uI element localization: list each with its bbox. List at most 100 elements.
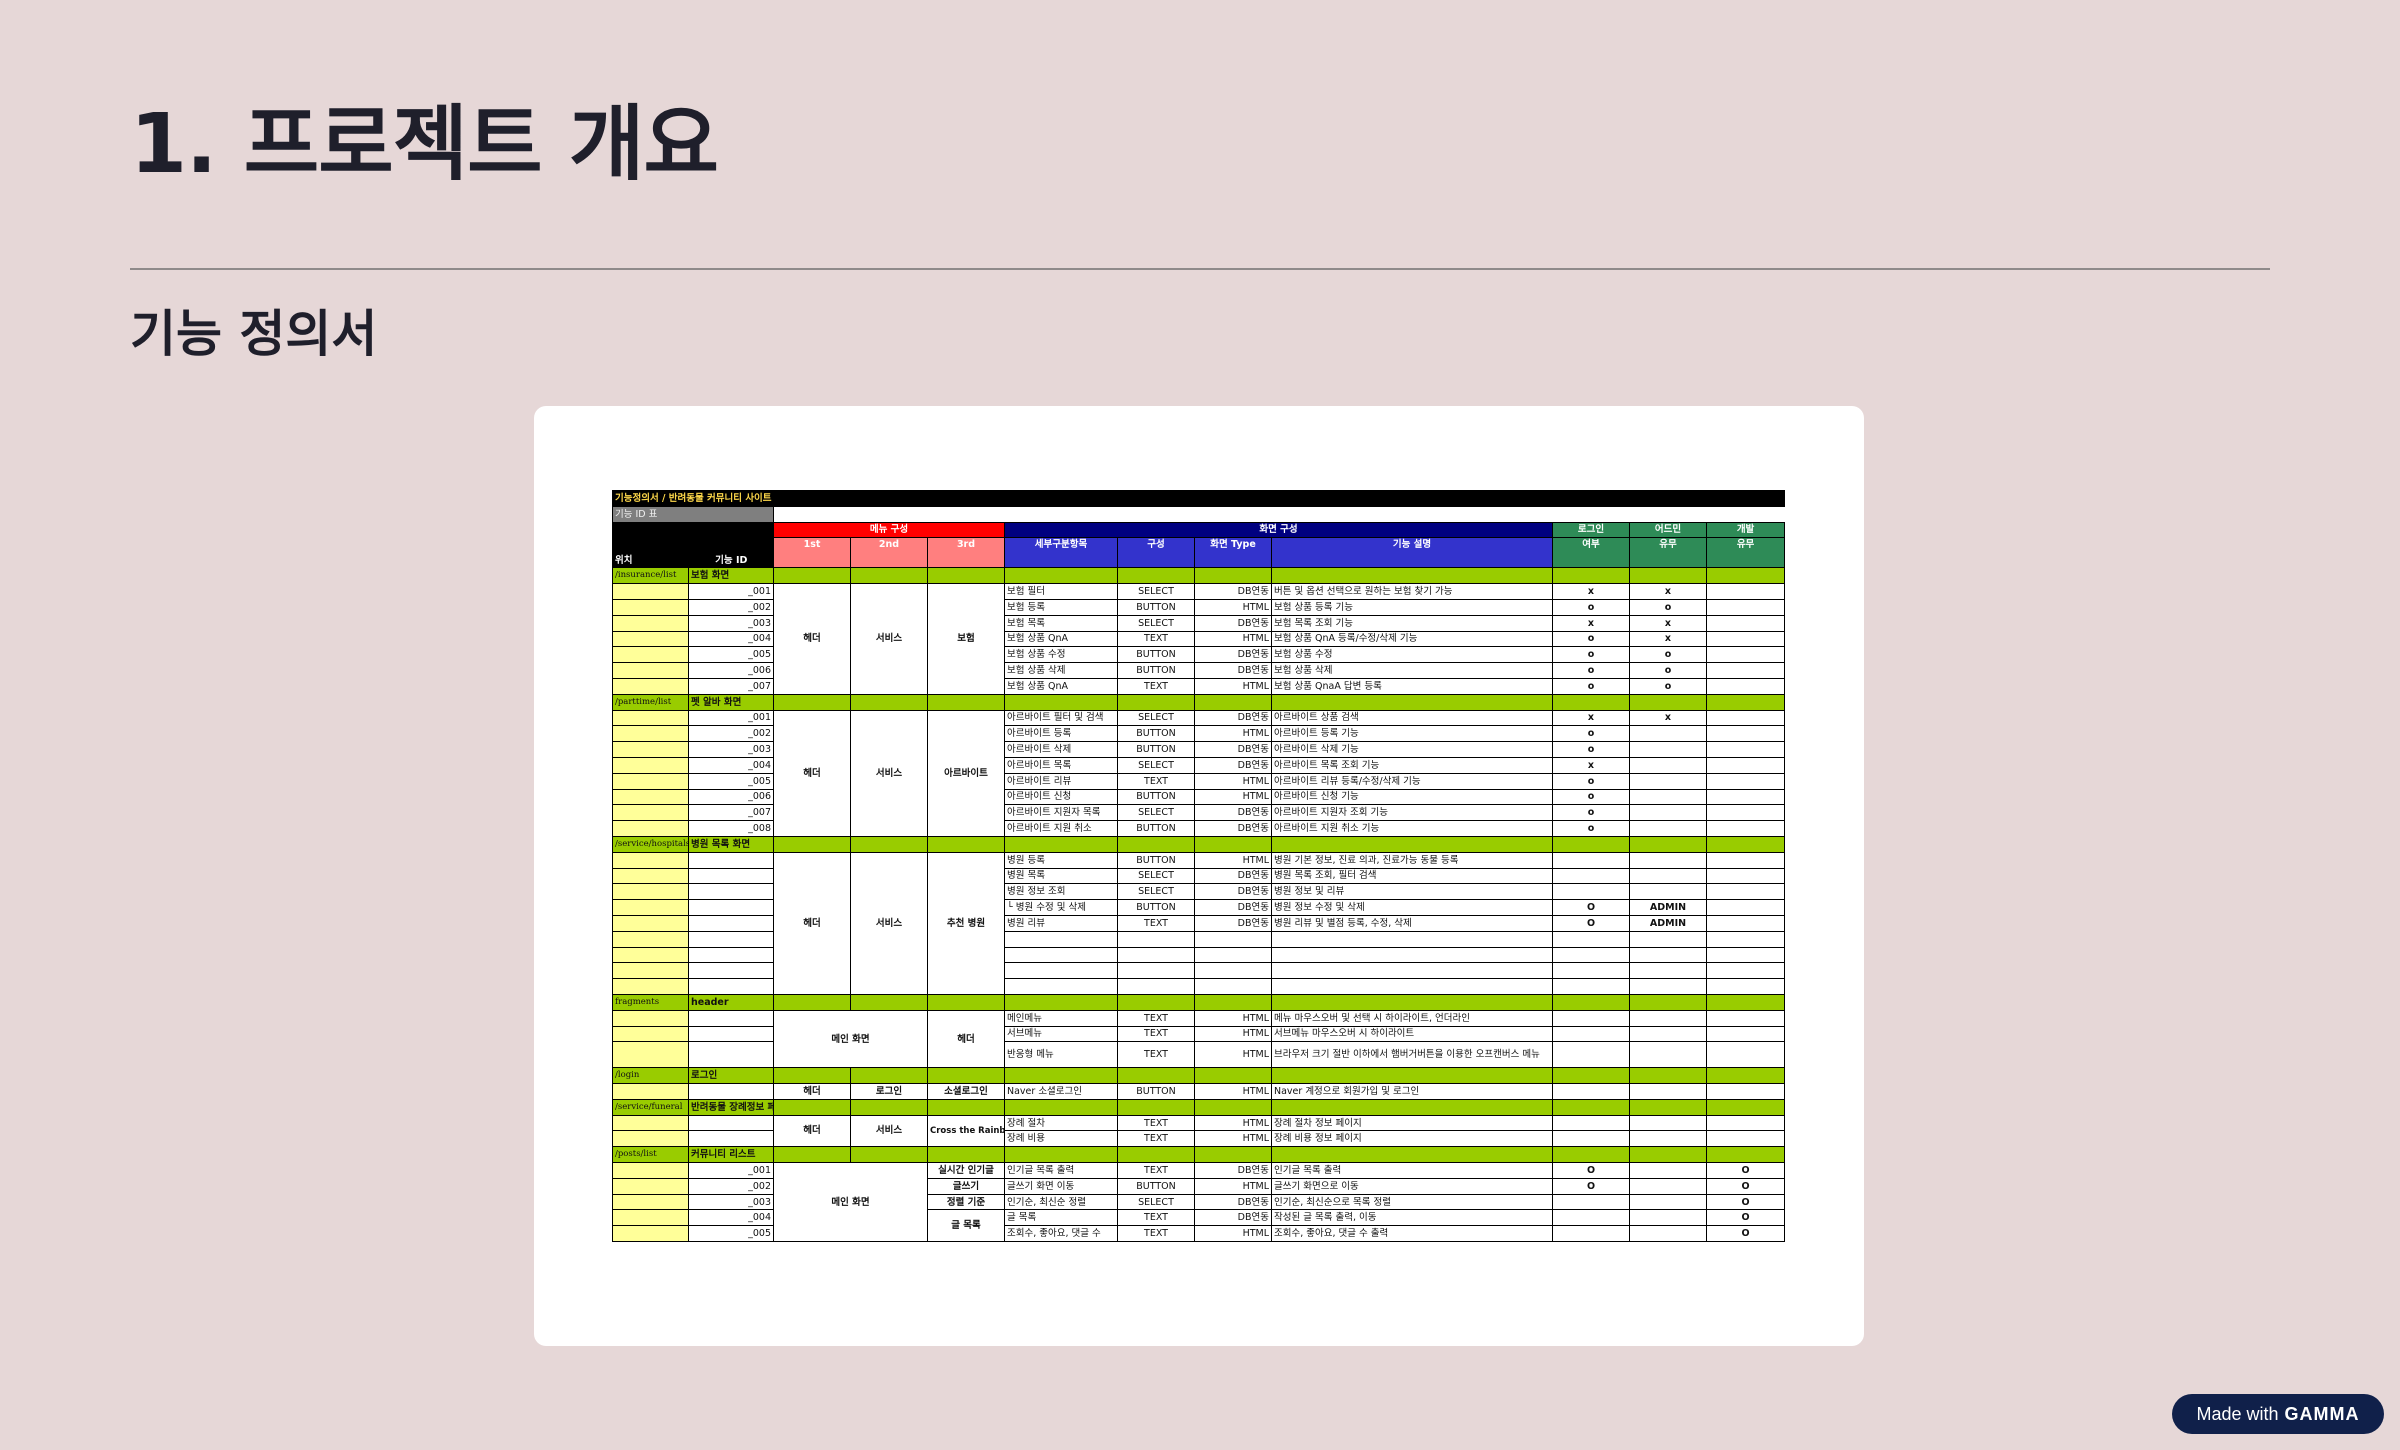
- mark-cell: o: [1552, 788, 1630, 806]
- section-fill: [1629, 993, 1707, 1011]
- section-fill: [1271, 993, 1553, 1011]
- header-2nd: 2nd: [850, 537, 928, 569]
- mark-cell: [1552, 883, 1630, 901]
- screen-type-cell: HTML: [1194, 1177, 1272, 1195]
- mark-cell: [1705, 662, 1786, 679]
- description-cell: 아르바이트 신청 기능: [1271, 788, 1553, 806]
- mark-cell: O: [1705, 1162, 1786, 1179]
- position-cell: [612, 662, 689, 679]
- function-id-cell: _001: [688, 709, 774, 727]
- mark-cell: [1705, 709, 1786, 727]
- menu-3rd-cell: 정렬 기준: [927, 1193, 1005, 1211]
- mark-cell: [1629, 1009, 1707, 1027]
- mark-cell: [1629, 741, 1707, 758]
- mark-cell: o: [1552, 804, 1630, 822]
- component-cell: SELECT: [1117, 804, 1195, 822]
- item-cell: 보험 상품 삭제: [1004, 662, 1118, 679]
- section-fill: [1705, 835, 1786, 853]
- description-cell: 병원 기본 정보, 진료 의과, 진료가능 동물 등록: [1271, 851, 1553, 869]
- description-cell: 아르바이트 등록 기능: [1271, 725, 1553, 743]
- section-fill: [1629, 567, 1707, 585]
- mark-cell: O: [1552, 914, 1630, 932]
- component-cell: SELECT: [1117, 756, 1195, 774]
- section-fill: [1117, 1098, 1195, 1116]
- item-cell: 글쓰기 화면 이동: [1004, 1177, 1118, 1195]
- section-fill: [1117, 993, 1195, 1011]
- function-id-cell: _007: [688, 804, 774, 822]
- section-fill: [1552, 1146, 1630, 1164]
- header-description: 기능 설명: [1271, 537, 1553, 569]
- mark-cell: [1552, 1009, 1630, 1027]
- table-row: _001 헤더 서비스 보험 보험 필터 SELECT DB연동 버튼 및 옵션 선택으로 원…: [612, 583, 1786, 695]
- mark-cell: o: [1552, 598, 1630, 616]
- section-name: header: [688, 993, 774, 1011]
- empty-cell: [1004, 930, 1118, 948]
- component-cell: TEXT: [1117, 772, 1195, 790]
- component-cell: BUTTON: [1117, 899, 1195, 916]
- component-cell: SELECT: [1117, 1193, 1195, 1211]
- empty-cell: [1004, 978, 1118, 995]
- component-cell: BUTTON: [1117, 1177, 1195, 1195]
- function-id-cell: _003: [688, 741, 774, 758]
- item-cell: 병원 목록: [1004, 867, 1118, 885]
- function-id-cell: [688, 946, 774, 964]
- screen-type-cell: HTML: [1194, 1130, 1272, 1148]
- mark-cell: [1629, 820, 1707, 837]
- section-fill: [1194, 1067, 1272, 1085]
- mark-cell: [1705, 1114, 1786, 1132]
- mark-cell: O: [1705, 1209, 1786, 1227]
- menu-1st-cell: 헤더: [773, 1114, 851, 1148]
- menu-3rd-cell: 소셜로그인: [927, 1083, 1005, 1100]
- position-cell: [612, 978, 689, 995]
- component-cell: BUTTON: [1117, 598, 1195, 616]
- item-cell: 보험 목록: [1004, 614, 1118, 632]
- function-id-cell: [688, 930, 774, 948]
- header-item: 세부구분항목: [1004, 537, 1118, 569]
- item-cell: 아르바이트 등록: [1004, 725, 1118, 743]
- section-fill: [1004, 993, 1118, 1011]
- item-cell: 아르바이트 신청: [1004, 788, 1118, 806]
- component-cell: SELECT: [1117, 883, 1195, 901]
- made-with-gamma-badge[interactable]: Made with GAMMA: [2172, 1394, 2384, 1434]
- screen-type-cell: HTML: [1194, 1025, 1272, 1043]
- function-id-cell: [688, 1025, 774, 1043]
- component-cell: SELECT: [1117, 709, 1195, 727]
- mark-cell: [1705, 899, 1786, 916]
- header-component: 구성: [1117, 537, 1195, 569]
- mark-cell: [1705, 741, 1786, 758]
- spreadsheet-card: 기능정의서 / 반려동물 커뮤니티 사이트 기능 ID 표 위치 기능 ID 메…: [534, 406, 1864, 1346]
- function-id-cell: [688, 883, 774, 901]
- description-cell: 보험 상품 수정: [1271, 646, 1553, 664]
- screen-type-cell: DB연동: [1194, 614, 1272, 632]
- menu-3rd-cell: 보험: [927, 583, 1005, 695]
- component-cell: BUTTON: [1117, 741, 1195, 758]
- position-cell: [612, 725, 689, 743]
- screen-type-cell: HTML: [1194, 851, 1272, 869]
- item-cell: 인기순, 최신순 정렬: [1004, 1193, 1118, 1211]
- section-fill: [927, 1098, 1005, 1116]
- mark-cell: [1705, 1009, 1786, 1027]
- mark-cell: [1552, 867, 1630, 885]
- empty-cell: [1194, 930, 1272, 948]
- section-fill: [1705, 1146, 1786, 1164]
- screen-type-cell: DB연동: [1194, 899, 1272, 916]
- section-fill: [850, 993, 928, 1011]
- section-fill: [1271, 693, 1553, 711]
- group-menu: 메뉴 구성: [773, 521, 1005, 539]
- section-fill: [927, 693, 1005, 711]
- mark-cell: [1705, 1130, 1786, 1148]
- description-cell: 아르바이트 지원 취소 기능: [1271, 820, 1553, 837]
- position-cell: [612, 930, 689, 948]
- empty-cell: [1271, 978, 1553, 995]
- section-fill: [927, 993, 1005, 1011]
- position-cell: [612, 677, 689, 695]
- mark-cell: x: [1629, 709, 1707, 727]
- function-id-cell: _005: [688, 646, 774, 664]
- empty-cell: [1271, 962, 1553, 980]
- function-id-cell: [688, 914, 774, 932]
- mark-cell: o: [1629, 598, 1707, 616]
- section-fill: [1629, 1067, 1707, 1085]
- item-cell: 장례 비용: [1004, 1130, 1118, 1148]
- mark-cell: x: [1552, 614, 1630, 632]
- function-id-cell: [688, 1114, 774, 1132]
